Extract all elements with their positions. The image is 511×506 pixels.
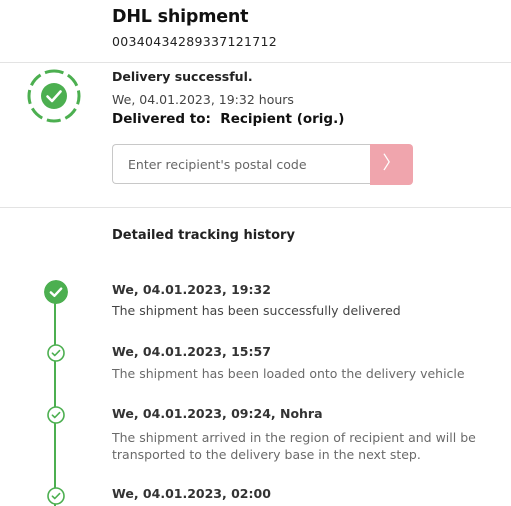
check-circle-icon [44,280,68,304]
event-date: We, 04.01.2023, 15:57 [112,344,271,359]
delivery-timestamp: We, 04.01.2023, 19:32 hours [112,92,294,107]
postal-code-submit-button[interactable]: 〉 [370,144,413,185]
postal-code-field[interactable] [112,144,370,184]
timeline-line [54,300,56,506]
event-date: We, 04.01.2023, 09:24, Nohra [112,406,323,421]
header-divider [0,62,511,63]
event-description: The shipment has been successfully deliv… [112,303,401,318]
delivered-to-value: Recipient (orig.) [220,111,345,127]
delivered-to-label: Delivered to: [112,111,211,127]
event-description: The shipment arrived in the region of re… [112,430,476,462]
status-divider [0,207,511,208]
delivery-status-icon [27,69,81,123]
check-circle-icon [47,344,65,362]
event-date: We, 04.01.2023, 19:32 [112,282,271,297]
chevron-right-icon: 〉 [382,153,401,174]
tracking-number: 00340434289337121712 [112,34,278,49]
check-circle-icon [47,487,65,505]
shipment-title: DHL shipment [112,7,249,27]
event-description: The shipment has been loaded onto the de… [112,366,465,381]
tracking-history-heading: Detailed tracking history [112,228,295,243]
postal-code-input[interactable] [113,145,368,183]
delivery-status-title: Delivery successful. [112,69,253,84]
check-circle-icon [47,406,65,424]
delivered-to: Delivered to: Recipient (orig.) [112,111,344,127]
event-date: We, 04.01.2023, 02:00 [112,486,271,501]
